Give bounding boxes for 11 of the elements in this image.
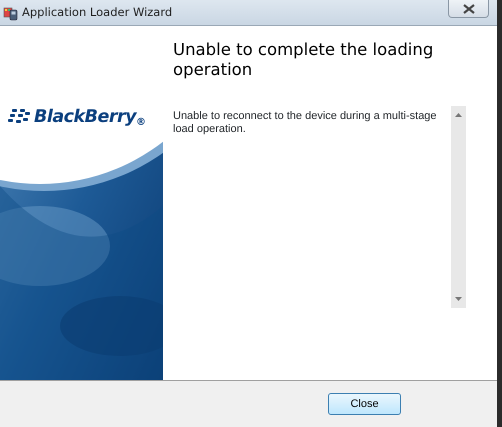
brand-logo: BlackBerry$_{®}$ — [34, 106, 146, 130]
close-icon — [462, 4, 476, 14]
close-button[interactable]: Close — [328, 393, 401, 415]
close-button[interactable] — [448, 0, 489, 18]
error-message: Unable to reconnect to the device during a multi-stage load operation. — [173, 110, 438, 137]
window-title: Application Loader Wizard — [22, 4, 172, 21]
app-icon — [3, 4, 19, 20]
dialog-heading: Unable to complete the loading operation — [173, 40, 434, 80]
scroll-up-icon[interactable] — [455, 113, 462, 117]
scroll-down-icon[interactable] — [455, 297, 462, 301]
brand-dots-icon — [8, 109, 30, 126]
